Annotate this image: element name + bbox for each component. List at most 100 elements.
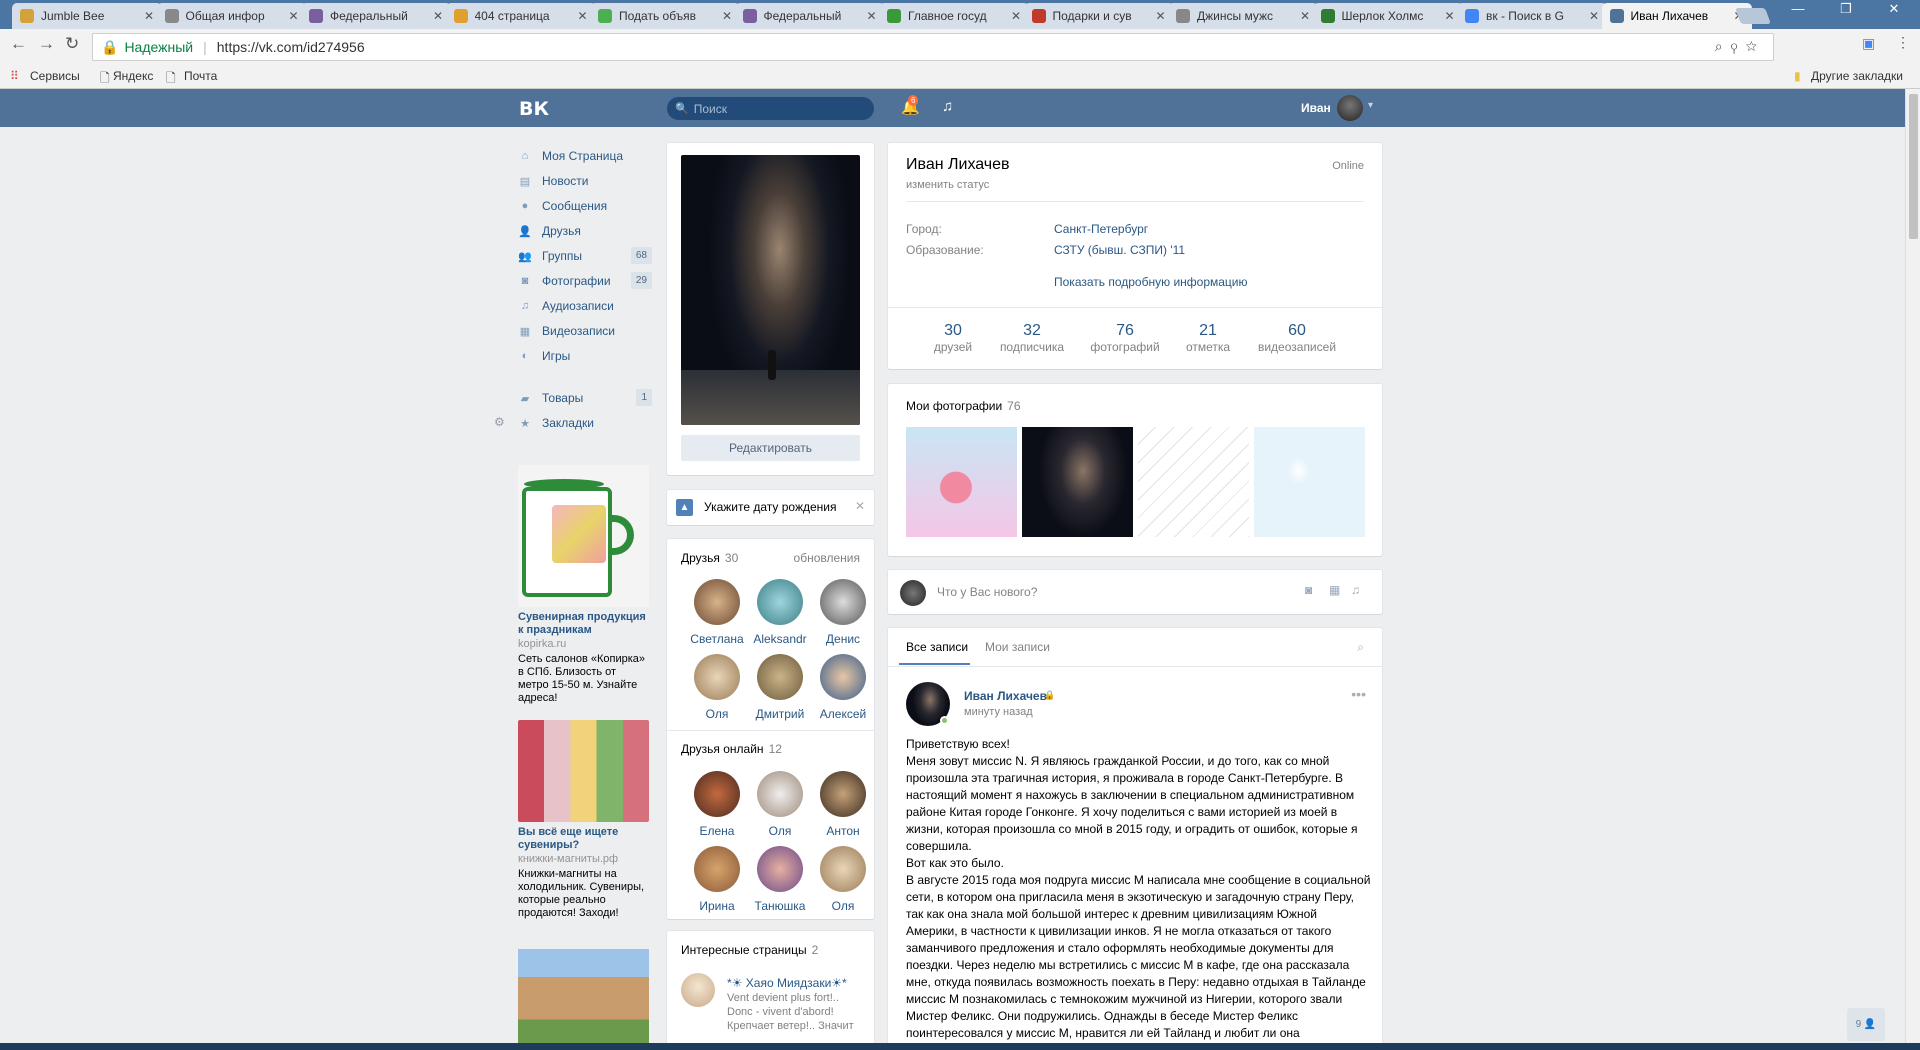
photo-milky-way[interactable] bbox=[1022, 427, 1133, 537]
sidebar-item-news[interactable]: ▤ Новости bbox=[518, 168, 654, 193]
profile-photo[interactable] bbox=[681, 155, 860, 425]
friend-item[interactable]: Дмитрий bbox=[750, 654, 810, 721]
city-value[interactable]: Санкт-Петербург bbox=[1054, 222, 1148, 236]
new-tab-button[interactable] bbox=[1735, 8, 1771, 24]
browser-tab[interactable]: Главное госуд ✕ bbox=[879, 3, 1029, 29]
camera-icon[interactable]: ◙ bbox=[1305, 583, 1312, 597]
friend-item[interactable]: Оля bbox=[813, 846, 873, 913]
header-user-name[interactable]: Иван bbox=[1301, 101, 1331, 115]
pages-title[interactable]: Интересные страницы 2 bbox=[681, 943, 818, 957]
translate-icon[interactable]: ▣ bbox=[1862, 35, 1875, 52]
birthday-prompt[interactable]: ▲ Укажите дату рождения ✕ bbox=[667, 490, 874, 525]
music-icon[interactable]: ♫ bbox=[1351, 583, 1360, 597]
photo-snowdrop[interactable] bbox=[1254, 427, 1365, 537]
omnibox-actions[interactable]: ⌕⚲☆ bbox=[1715, 38, 1765, 55]
ad-block[interactable]: Сувенирная продукция к праздникам kopirk… bbox=[518, 465, 649, 705]
friend-item[interactable]: Светлана bbox=[687, 579, 747, 646]
browser-tab[interactable]: Подарки и сув ✕ bbox=[1023, 3, 1174, 29]
ad-block[interactable]: Вы всё еще ищете сувениры? книжки-магнит… bbox=[518, 720, 649, 920]
browser-tab[interactable]: 404 страница ✕ bbox=[445, 3, 596, 29]
browser-tab[interactable]: Федеральный ✕ bbox=[734, 3, 885, 29]
friend-item[interactable]: Денис bbox=[813, 579, 873, 646]
friend-item[interactable]: Антон bbox=[813, 771, 873, 838]
close-tab-icon[interactable]: ✕ bbox=[433, 9, 443, 23]
sidebar-item-goods[interactable]: ▰ Товары 1 bbox=[518, 385, 654, 410]
search-input[interactable]: 🔍 Поиск bbox=[667, 97, 874, 120]
friends-updates-link[interactable]: обновления bbox=[794, 551, 860, 565]
friend-item[interactable]: Елена bbox=[687, 771, 747, 838]
sidebar-item-groups[interactable]: 👥 Группы 68 bbox=[518, 243, 654, 268]
ad-image-buildings[interactable] bbox=[518, 949, 649, 1043]
friend-item[interactable]: Aleksandr bbox=[750, 579, 810, 646]
scrollbar[interactable] bbox=[1905, 89, 1920, 1050]
counter-видеозаписей[interactable]: 60 видеозаписей bbox=[1257, 322, 1337, 354]
online-title[interactable]: Друзья онлайн 12 bbox=[681, 742, 782, 756]
browser-tab[interactable]: вк - Поиск в G ✕ bbox=[1457, 3, 1607, 29]
friend-item[interactable]: Танюшка bbox=[750, 846, 810, 913]
counter-отметка[interactable]: 21 отметка bbox=[1168, 322, 1248, 354]
change-status-link[interactable]: изменить статус bbox=[906, 179, 989, 191]
counter-фотографий[interactable]: 76 фотографий bbox=[1085, 322, 1165, 354]
search-icon[interactable]: ⌕ bbox=[1357, 640, 1364, 655]
back-icon[interactable]: ← bbox=[10, 34, 27, 54]
bookmark-services[interactable]: Сервисы bbox=[30, 69, 80, 83]
close-tab-icon[interactable]: ✕ bbox=[722, 9, 732, 23]
sidebar-item-games[interactable]: ◐ Игры bbox=[518, 343, 654, 368]
friends-title[interactable]: Друзья 30 bbox=[681, 551, 738, 565]
page-name[interactable]: *☀ Хаяо Миядзаки☀* bbox=[727, 976, 847, 990]
tab-my-posts[interactable]: Мои записи bbox=[985, 640, 1050, 654]
friend-item[interactable]: Оля bbox=[750, 771, 810, 838]
close-tab-icon[interactable]: ✕ bbox=[1444, 9, 1454, 23]
photos-title[interactable]: Мои фотографии 76 bbox=[906, 399, 1021, 413]
ad-image-books[interactable] bbox=[518, 720, 649, 822]
bookmark-yandex[interactable]: Яндекс bbox=[113, 69, 153, 83]
browser-tab[interactable]: Шерлок Холмс ✕ bbox=[1312, 3, 1463, 29]
close-tab-icon[interactable]: ✕ bbox=[144, 9, 154, 23]
close-tab-icon[interactable]: ✕ bbox=[1011, 9, 1021, 23]
close-tab-icon[interactable]: ✕ bbox=[1300, 9, 1310, 23]
other-bookmarks[interactable]: Другие закладки bbox=[1811, 69, 1903, 83]
close-tab-icon[interactable]: ✕ bbox=[1589, 9, 1599, 23]
vk-logo[interactable]: ВК bbox=[519, 98, 549, 120]
close-tab-icon[interactable]: ✕ bbox=[1155, 9, 1165, 23]
friend-item[interactable]: Ирина bbox=[687, 846, 747, 913]
gear-icon[interactable]: ⚙ bbox=[494, 415, 505, 429]
browser-tab[interactable]: Иван Лихачев✕ bbox=[1601, 3, 1752, 29]
maximize-icon[interactable]: ❐ bbox=[1832, 0, 1860, 20]
sidebar-item-video[interactable]: ▦ Видеозаписи bbox=[518, 318, 654, 343]
close-tab-icon[interactable]: ✕ bbox=[577, 9, 587, 23]
counter-подписчика[interactable]: 32 подписчика bbox=[992, 322, 1072, 354]
video-icon[interactable]: ▦ bbox=[1329, 583, 1340, 597]
sidebar-item-friends[interactable]: 👤 Друзья bbox=[518, 218, 654, 243]
friend-item[interactable]: Алексей bbox=[813, 654, 873, 721]
browser-tab[interactable]: Общая инфор ✕ bbox=[156, 3, 307, 29]
photo-flower[interactable] bbox=[906, 427, 1017, 537]
post-composer[interactable]: Что у Вас нового? ◙ ▦ ♫ bbox=[888, 570, 1382, 614]
post-time[interactable]: минуту назад bbox=[964, 706, 1033, 718]
close-icon[interactable]: ✕ bbox=[855, 499, 865, 513]
forward-icon[interactable]: → bbox=[38, 34, 55, 54]
close-tab-icon[interactable]: ✕ bbox=[288, 9, 298, 23]
reload-icon[interactable]: ↻ bbox=[65, 34, 79, 54]
avatar[interactable] bbox=[1337, 95, 1363, 121]
friend-item[interactable]: Оля bbox=[687, 654, 747, 721]
browser-tab[interactable]: Федеральный ✕ bbox=[301, 3, 451, 29]
menu-dots-icon[interactable]: ⋮ bbox=[1896, 34, 1910, 51]
browser-tab[interactable]: Подать объяв ✕ bbox=[590, 3, 740, 29]
tab-all-posts[interactable]: Все записи bbox=[906, 640, 968, 654]
composer-input[interactable]: Что у Вас нового? bbox=[937, 585, 1037, 599]
more-info-link[interactable]: Показать подробную информацию bbox=[1054, 275, 1248, 289]
edit-button[interactable]: Редактировать bbox=[681, 435, 860, 461]
chevron-down-icon[interactable]: ▾ bbox=[1368, 100, 1373, 111]
sidebar-item-star[interactable]: ★ Закладки bbox=[518, 410, 654, 435]
photo-sketch[interactable] bbox=[1138, 427, 1249, 537]
page-avatar[interactable] bbox=[681, 973, 715, 1007]
minimize-icon[interactable]: — bbox=[1784, 0, 1812, 20]
close-window-icon[interactable]: ✕ bbox=[1880, 0, 1908, 20]
sidebar-item-camera[interactable]: ◙ Фотографии 29 bbox=[518, 268, 654, 293]
sidebar-item-music[interactable]: ♫ Аудиозаписи bbox=[518, 293, 654, 318]
close-tab-icon[interactable]: ✕ bbox=[866, 9, 876, 23]
sidebar-item-messages[interactable]: ● Сообщения bbox=[518, 193, 654, 218]
browser-tab[interactable]: Jumble Bee ✕ bbox=[12, 3, 162, 29]
more-dots-icon[interactable]: ••• bbox=[1351, 686, 1366, 702]
